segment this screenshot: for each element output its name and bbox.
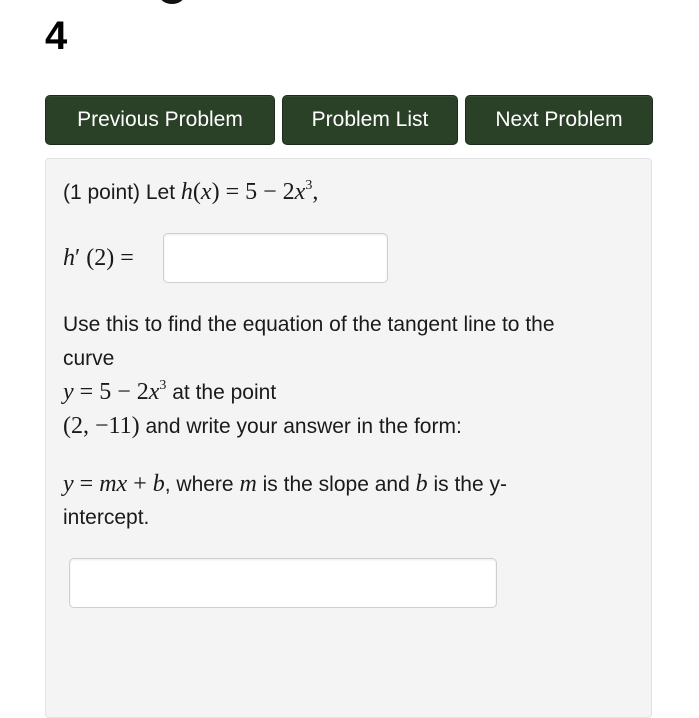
math-text: = <box>79 471 94 497</box>
math-text: ′ (2) = <box>75 245 134 271</box>
math-var: h <box>180 179 193 205</box>
derivative-label: h′ (2) = <box>63 243 134 274</box>
tangent-line-answer-input[interactable] <box>69 558 497 608</box>
point-tail-text: and write your answer in the form: <box>145 415 462 438</box>
math-var: x <box>200 179 212 205</box>
math-text: + <box>133 471 147 497</box>
math-var: m <box>239 471 257 497</box>
math-text: , <box>312 179 319 205</box>
function-definition: h(x) = 5 − 2x3, <box>180 178 319 206</box>
curve-tail-text: at the point <box>172 381 277 404</box>
math-var: b <box>152 471 165 497</box>
points-label: (1 point) Let <box>63 181 176 204</box>
curve-line: y = 5 − 2x3 at the point <box>63 377 276 408</box>
point-coordinates: (2, −11) <box>63 413 140 439</box>
math-var: mx <box>99 471 128 497</box>
point-line: (2, −11) and write your answer in the fo… <box>63 411 462 442</box>
math-var: x <box>294 179 306 205</box>
problem-panel: (1 point) Let h(x) = 5 − 2x3, h′ (2) = U… <box>45 158 652 718</box>
problem-navigation: Previous Problem Problem List Next Probl… <box>45 95 653 145</box>
problem-statement: (1 point) Let h(x) = 5 − 2x3, <box>63 177 318 208</box>
math-var: y <box>63 471 74 497</box>
problem-list-button[interactable]: Problem List <box>282 95 458 145</box>
cropped-heading-glyph <box>160 0 184 4</box>
form-text: is the slope and <box>262 473 410 496</box>
math-exponent: 3 <box>159 378 167 393</box>
next-problem-button[interactable]: Next Problem <box>465 95 653 145</box>
instruction-line-1: Use this to find the equation of the tan… <box>63 313 555 336</box>
derivative-answer-input[interactable] <box>163 233 388 283</box>
form-text: , where <box>164 473 234 496</box>
form-line-2: intercept. <box>63 506 150 529</box>
math-text: = 5 − 2 <box>79 379 149 405</box>
form-text: is the y- <box>433 473 507 496</box>
math-var: b <box>415 471 428 497</box>
form-line: y = mx + b, where m is the slope and b i… <box>63 469 507 500</box>
previous-problem-button[interactable]: Previous Problem <box>45 95 275 145</box>
math-text: = 5 − 2 <box>225 179 295 205</box>
math-var: x <box>148 379 160 405</box>
problem-number: 4 <box>45 14 68 58</box>
instruction-line-2: curve <box>63 347 115 370</box>
math-var: h <box>63 245 75 271</box>
math-var: y <box>63 379 74 405</box>
